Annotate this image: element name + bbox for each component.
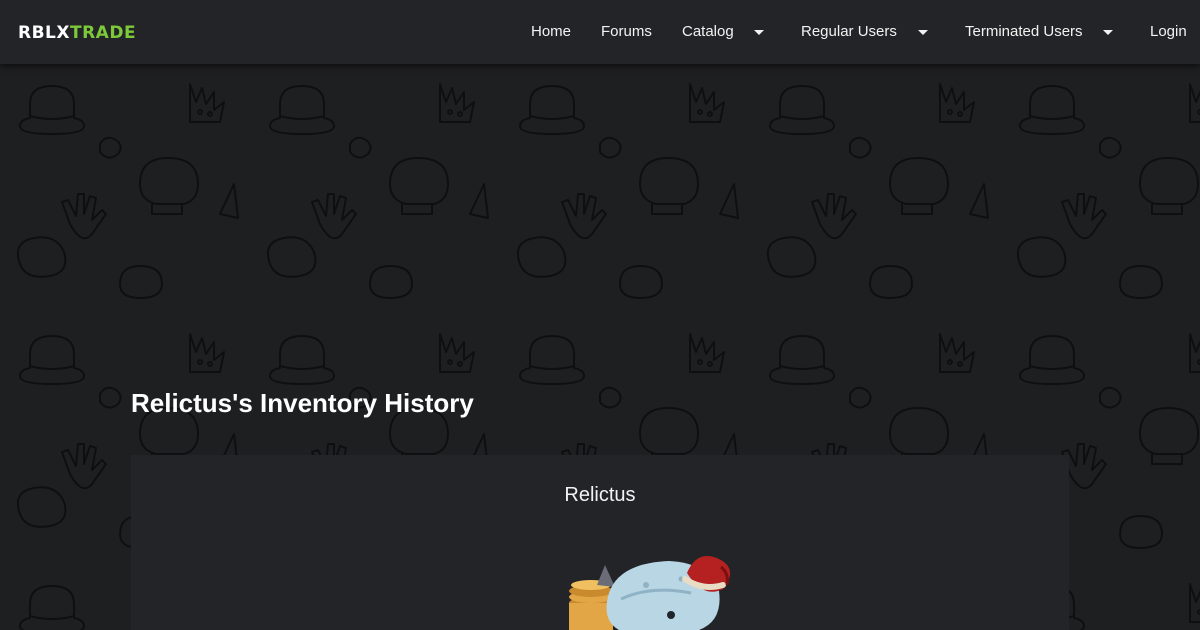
nav-home[interactable]: Home (531, 21, 571, 43)
catalog-chevron-down-icon[interactable] (754, 30, 764, 35)
nav-login[interactable]: Login (1150, 21, 1187, 43)
terminated-users-chevron-down-icon[interactable] (1103, 30, 1113, 35)
page-title: Relictus's Inventory History (131, 388, 474, 418)
nav-forums[interactable]: Forums (601, 21, 652, 43)
top-navbar: RBLXTRADE Home Forums Catalog Regular Us… (0, 0, 1200, 64)
profile-card: Relictus (131, 455, 1069, 630)
regular-users-chevron-down-icon[interactable] (918, 30, 928, 35)
avatar-image (569, 556, 731, 630)
nav-regular-users[interactable]: Regular Users (801, 21, 897, 43)
nav-terminated-users[interactable]: Terminated Users (965, 21, 1083, 43)
brand-logo-part1: RBLX (18, 23, 70, 43)
brand-logo[interactable]: RBLXTRADE (18, 22, 136, 44)
profile-username[interactable]: Relictus (131, 483, 1069, 507)
nav-catalog[interactable]: Catalog (682, 21, 734, 43)
brand-logo-part2: TRADE (70, 23, 137, 43)
